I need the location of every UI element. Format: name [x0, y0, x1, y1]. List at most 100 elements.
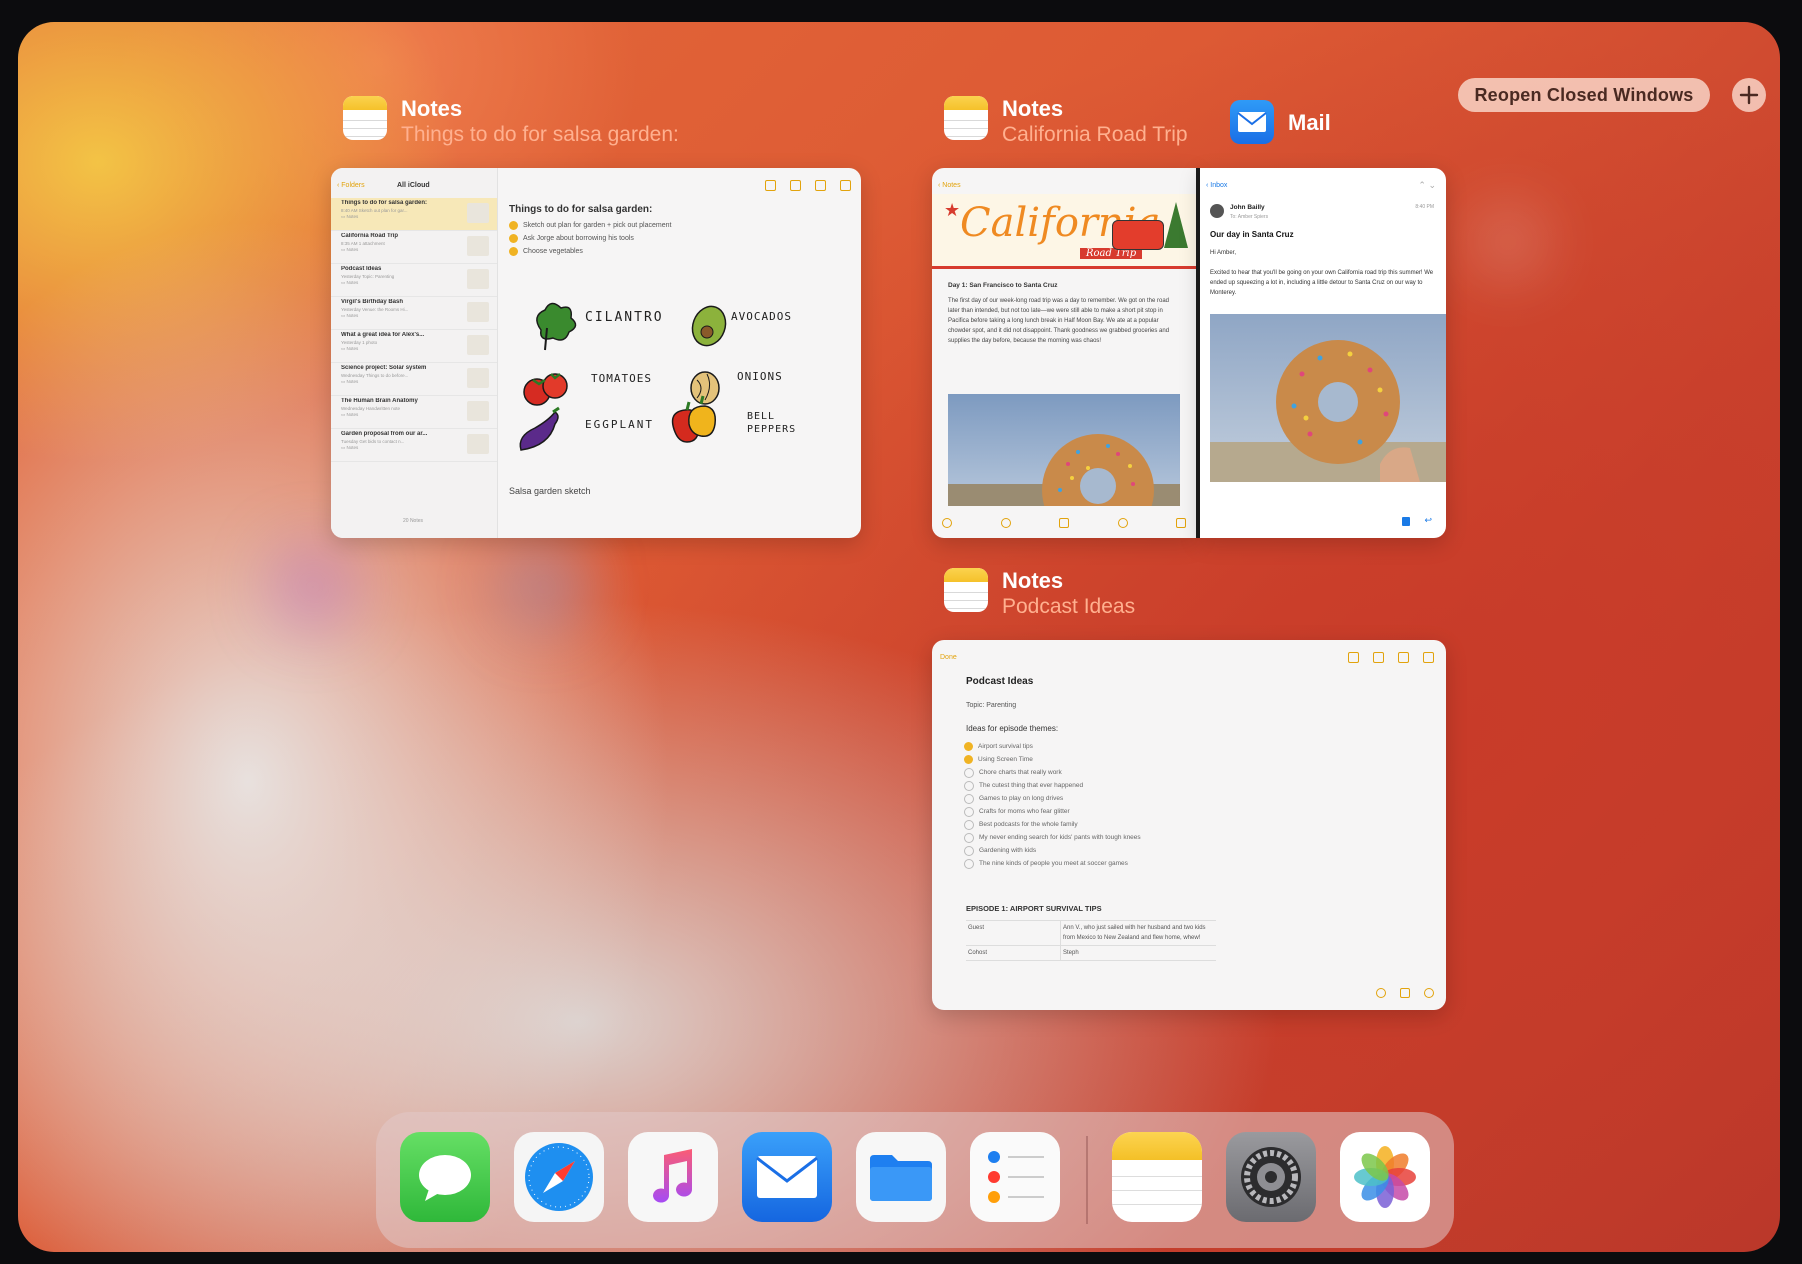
chevron-up-down-icon[interactable]: ⌃ ⌄ [1418, 180, 1436, 191]
share-icon[interactable] [1348, 652, 1359, 663]
note-list-item[interactable]: Virgil's Birthday Bash Yesterday Venue: t… [331, 297, 497, 330]
note-item-subtitle: Tuesday Get bids to contact n... [341, 439, 405, 444]
note-bottom-toolbar [1376, 988, 1434, 998]
note-item-subtitle: Yesterday 1 photo [341, 340, 378, 345]
california-banner: ★ California Road Trip [932, 194, 1196, 269]
note-list-item[interactable]: Science project: Solar system Wednesday T… [331, 363, 497, 396]
unchecked-circle-icon[interactable] [964, 845, 974, 856]
back-folders-link[interactable]: ‹ Folders [337, 182, 365, 189]
dock-separator [1086, 1136, 1088, 1224]
veg-label: EGGPLANT [585, 418, 654, 431]
window-label-notes-podcast[interactable]: Notes Podcast Ideas [944, 568, 1135, 620]
note-list-item[interactable]: California Road Trip 8:35 AM 1 attachment… [331, 231, 497, 264]
checklist-item[interactable]: The nine kinds of people you meet at soc… [964, 857, 1141, 870]
checklist-item[interactable]: Choose vegetables [509, 247, 671, 256]
note-list-item[interactable]: Podcast Ideas Yesterday Topic: Parenting ▭… [331, 264, 497, 297]
compose-icon[interactable] [1176, 518, 1186, 528]
checklist-item[interactable]: Airport survival tips [964, 740, 1141, 753]
sketch-caption: Salsa garden sketch [509, 486, 591, 496]
files-icon[interactable] [856, 1132, 946, 1222]
checklist-item[interactable]: My never ending search for kids' pants w… [964, 831, 1141, 844]
window-label-mail[interactable]: Mail [1230, 100, 1331, 144]
donut-photo[interactable] [1210, 314, 1446, 482]
checklist-item[interactable]: Chore charts that really work [964, 766, 1141, 779]
window-title: California Road Trip [1002, 123, 1188, 147]
window-thumbnail-notes-salsa[interactable]: ‹ Folders All iCloud Things to do for sa… [331, 168, 861, 538]
mail-icon[interactable] [742, 1132, 832, 1222]
reminders-icon[interactable] [970, 1132, 1060, 1222]
export-icon[interactable] [815, 180, 826, 191]
unchecked-circle-icon[interactable] [964, 832, 974, 843]
checked-circle-icon[interactable] [509, 221, 518, 230]
checked-circle-icon[interactable] [509, 234, 518, 243]
done-link[interactable]: Done [940, 654, 957, 661]
markup-icon[interactable] [1424, 988, 1434, 998]
note-item-title: Science project: Solar system [341, 365, 427, 371]
note-list-item[interactable]: The Human Brain Anatomy Wednesday Handwri… [331, 396, 497, 429]
checklist-item[interactable]: Games to play on long drives [964, 792, 1141, 805]
window-thumbnail-notes-california[interactable]: ‹ Notes ★ California Road Trip Day 1: Sa… [932, 168, 1196, 538]
safari-icon[interactable] [514, 1132, 604, 1222]
checklist-icon[interactable] [1000, 518, 1011, 528]
mail-time: 8:40 PM [1415, 204, 1434, 210]
checklist-item[interactable]: Ask Jorge about borrowing his tools [509, 234, 671, 243]
unchecked-circle-icon[interactable] [964, 780, 974, 791]
share-icon[interactable] [765, 180, 776, 191]
window-thumbnail-notes-podcast[interactable]: Done Podcast Ideas Topic: Parenting Idea… [932, 640, 1446, 1010]
window-title: Podcast Ideas [1002, 595, 1136, 619]
unchecked-circle-icon[interactable] [964, 767, 974, 778]
checklist-item[interactable]: Gardening with kids [964, 844, 1141, 857]
trash-icon[interactable] [790, 180, 801, 191]
unchecked-circle-icon[interactable] [964, 793, 974, 804]
unchecked-circle-icon[interactable] [964, 858, 974, 869]
checklist-icon[interactable] [1376, 988, 1386, 998]
music-icon[interactable] [628, 1132, 718, 1222]
export-icon[interactable] [1398, 652, 1409, 663]
trash-icon[interactable] [942, 518, 952, 528]
trash-icon[interactable] [1373, 652, 1384, 663]
unchecked-circle-icon[interactable] [964, 806, 974, 817]
trash-icon[interactable] [1402, 517, 1410, 526]
note-item-subtitle: 8:35 AM 1 attachment [341, 241, 385, 246]
ipad-screen: Reopen Closed Windows Notes Things to do… [18, 22, 1780, 1252]
reopen-closed-windows-button[interactable]: Reopen Closed Windows [1458, 78, 1710, 112]
camera-icon[interactable] [1400, 988, 1410, 998]
checklist-text: Gardening with kids [979, 847, 1037, 854]
car-drawing [1112, 220, 1164, 250]
note-item-subtitle: Wednesday Handwritten note [341, 406, 400, 411]
markup-icon[interactable] [1117, 518, 1128, 528]
checklist-item[interactable]: Sketch out plan for garden + pick out pl… [509, 221, 671, 230]
compose-icon[interactable] [1423, 652, 1434, 663]
day-heading: Day 1: San Francisco to Santa Cruz [948, 282, 1058, 289]
donut-photo[interactable] [948, 394, 1180, 506]
window-thumbnail-mail[interactable]: ‹ Inbox ⌃ ⌄ John Bailly To: Amber Spiers… [1200, 168, 1446, 538]
note-list-item[interactable]: What a great idea for Alex's... Yesterday… [331, 330, 497, 363]
checked-circle-icon[interactable] [509, 247, 518, 256]
photos-icon[interactable] [1340, 1132, 1430, 1222]
note-list-item[interactable]: Things to do for salsa garden: 8:40 AM Sk… [331, 198, 497, 231]
checklist-item[interactable]: Crafts for moms who fear glitter [964, 805, 1141, 818]
settings-icon[interactable] [1226, 1132, 1316, 1222]
checklist-item[interactable]: Best podcasts for the whole family [964, 818, 1141, 831]
reply-icon[interactable]: ↩ [1424, 515, 1432, 526]
messages-icon[interactable] [400, 1132, 490, 1222]
checked-circle-icon[interactable] [964, 755, 973, 764]
window-label-notes-california[interactable]: Notes California Road Trip [944, 96, 1188, 148]
compose-icon[interactable] [840, 180, 851, 191]
note-title: Podcast Ideas [966, 676, 1034, 687]
note-list-item[interactable]: Garden proposal from our ar... Tuesday Ge… [331, 429, 497, 462]
note-item-title: Garden proposal from our ar... [341, 431, 428, 437]
checklist-item[interactable]: Using Screen Time [964, 753, 1141, 766]
camera-icon[interactable] [1059, 518, 1069, 528]
new-window-plus-button[interactable] [1732, 78, 1766, 112]
note-item-title: Virgil's Birthday Bash [341, 299, 404, 305]
checked-circle-icon[interactable] [964, 742, 973, 751]
window-label-notes-salsa[interactable]: Notes Things to do for salsa garden: [343, 96, 679, 148]
checklist-item[interactable]: The cutest thing that ever happened [964, 779, 1141, 792]
back-notes-link[interactable]: ‹ Notes [938, 182, 961, 189]
notes-list-pane: ‹ Folders All iCloud Things to do for sa… [331, 168, 498, 538]
back-inbox-link[interactable]: ‹ Inbox [1206, 182, 1227, 189]
note-topic: Topic: Parenting [966, 702, 1017, 709]
unchecked-circle-icon[interactable] [964, 819, 974, 830]
notes-icon[interactable] [1112, 1132, 1202, 1222]
